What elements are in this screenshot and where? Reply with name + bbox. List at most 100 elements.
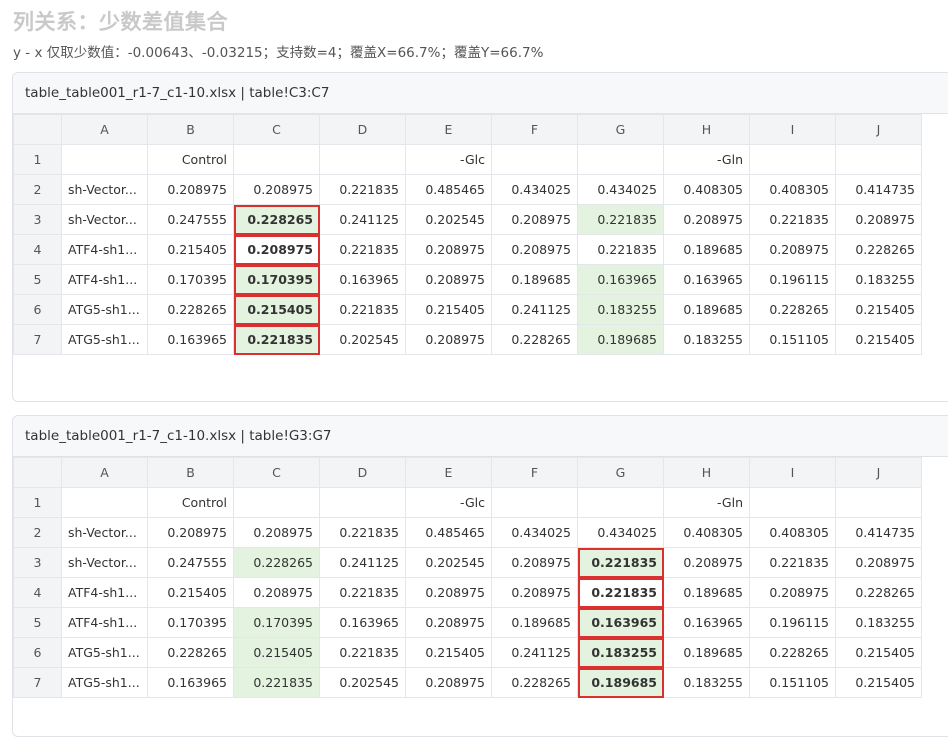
cell-d6[interactable]: 0.221835 — [319, 637, 406, 668]
cell-b6[interactable]: 0.228265 — [147, 294, 234, 325]
cell-a7[interactable]: ATG5-sh1... — [61, 324, 148, 355]
cell-f7[interactable]: 0.228265 — [491, 667, 578, 698]
cell-j6[interactable]: 0.215405 — [835, 294, 922, 325]
cell-a1[interactable] — [61, 487, 148, 518]
cell-g1[interactable] — [577, 487, 664, 518]
cell-g7[interactable]: 0.189685 — [577, 324, 664, 355]
cell-j3[interactable]: 0.208975 — [835, 547, 922, 578]
cell-f6[interactable]: 0.241125 — [491, 294, 578, 325]
cell-j3[interactable]: 0.208975 — [835, 204, 922, 235]
cell-j6[interactable]: 0.215405 — [835, 637, 922, 668]
cell-i4[interactable]: 0.208975 — [749, 577, 836, 608]
cell-f1[interactable] — [491, 144, 578, 175]
cell-h2[interactable]: 0.408305 — [663, 174, 750, 205]
cell-g6[interactable]: 0.183255 — [577, 637, 664, 668]
cell-h7[interactable]: 0.183255 — [663, 667, 750, 698]
column-header-e[interactable]: E — [405, 114, 492, 145]
cell-j7[interactable]: 0.215405 — [835, 324, 922, 355]
cell-i6[interactable]: 0.228265 — [749, 637, 836, 668]
cell-c5[interactable]: 0.170395 — [233, 264, 320, 295]
row-header[interactable]: 5 — [13, 264, 62, 295]
cell-c5[interactable]: 0.170395 — [233, 607, 320, 638]
cell-c2[interactable]: 0.208975 — [233, 174, 320, 205]
cell-d1[interactable] — [319, 144, 406, 175]
cell-b3[interactable]: 0.247555 — [147, 547, 234, 578]
cell-e3[interactable]: 0.202545 — [405, 547, 492, 578]
cell-b7[interactable]: 0.163965 — [147, 667, 234, 698]
row-header[interactable]: 6 — [13, 637, 62, 668]
column-header-a[interactable]: A — [61, 457, 148, 488]
cell-g2[interactable]: 0.434025 — [577, 174, 664, 205]
corner-header[interactable] — [13, 114, 62, 145]
cell-a5[interactable]: ATF4-sh1... — [61, 607, 148, 638]
cell-g5[interactable]: 0.163965 — [577, 264, 664, 295]
cell-f3[interactable]: 0.208975 — [491, 204, 578, 235]
cell-e6[interactable]: 0.215405 — [405, 294, 492, 325]
cell-a4[interactable]: ATF4-sh1... — [61, 234, 148, 265]
cell-e6[interactable]: 0.215405 — [405, 637, 492, 668]
cell-a3[interactable]: sh-Vector... — [61, 547, 148, 578]
cell-f1[interactable] — [491, 487, 578, 518]
cell-b2[interactable]: 0.208975 — [147, 174, 234, 205]
cell-i3[interactable]: 0.221835 — [749, 204, 836, 235]
cell-d2[interactable]: 0.221835 — [319, 517, 406, 548]
cell-i2[interactable]: 0.408305 — [749, 517, 836, 548]
column-header-i[interactable]: I — [749, 114, 836, 145]
row-header[interactable]: 2 — [13, 174, 62, 205]
cell-b4[interactable]: 0.215405 — [147, 577, 234, 608]
cell-i1[interactable] — [749, 144, 836, 175]
cell-h1[interactable]: -Gln — [663, 487, 750, 518]
cell-a3[interactable]: sh-Vector... — [61, 204, 148, 235]
row-header[interactable]: 3 — [13, 547, 62, 578]
cell-h7[interactable]: 0.183255 — [663, 324, 750, 355]
cell-f2[interactable]: 0.434025 — [491, 174, 578, 205]
cell-c7[interactable]: 0.221835 — [233, 324, 320, 355]
row-header[interactable]: 1 — [13, 487, 62, 518]
row-header[interactable]: 7 — [13, 324, 62, 355]
cell-j2[interactable]: 0.414735 — [835, 517, 922, 548]
cell-c1[interactable] — [233, 487, 320, 518]
cell-d6[interactable]: 0.221835 — [319, 294, 406, 325]
cell-b4[interactable]: 0.215405 — [147, 234, 234, 265]
cell-c1[interactable] — [233, 144, 320, 175]
cell-i4[interactable]: 0.208975 — [749, 234, 836, 265]
cell-j4[interactable]: 0.228265 — [835, 234, 922, 265]
cell-c6[interactable]: 0.215405 — [233, 637, 320, 668]
cell-j4[interactable]: 0.228265 — [835, 577, 922, 608]
row-header[interactable]: 7 — [13, 667, 62, 698]
column-header-h[interactable]: H — [663, 457, 750, 488]
cell-g2[interactable]: 0.434025 — [577, 517, 664, 548]
row-header[interactable]: 5 — [13, 607, 62, 638]
cell-e4[interactable]: 0.208975 — [405, 234, 492, 265]
cell-i7[interactable]: 0.151105 — [749, 324, 836, 355]
cell-d7[interactable]: 0.202545 — [319, 667, 406, 698]
cell-b6[interactable]: 0.228265 — [147, 637, 234, 668]
cell-b5[interactable]: 0.170395 — [147, 264, 234, 295]
cell-a2[interactable]: sh-Vector... — [61, 517, 148, 548]
column-header-d[interactable]: D — [319, 457, 406, 488]
cell-d3[interactable]: 0.241125 — [319, 204, 406, 235]
cell-h6[interactable]: 0.189685 — [663, 637, 750, 668]
cell-i6[interactable]: 0.228265 — [749, 294, 836, 325]
cell-e2[interactable]: 0.485465 — [405, 517, 492, 548]
cell-c3[interactable]: 0.228265 — [233, 204, 320, 235]
cell-h4[interactable]: 0.189685 — [663, 234, 750, 265]
cell-i2[interactable]: 0.408305 — [749, 174, 836, 205]
cell-h2[interactable]: 0.408305 — [663, 517, 750, 548]
column-header-c[interactable]: C — [233, 114, 320, 145]
column-header-j[interactable]: J — [835, 457, 922, 488]
cell-j2[interactable]: 0.414735 — [835, 174, 922, 205]
cell-a6[interactable]: ATG5-sh1... — [61, 294, 148, 325]
cell-h3[interactable]: 0.208975 — [663, 547, 750, 578]
cell-f2[interactable]: 0.434025 — [491, 517, 578, 548]
cell-d4[interactable]: 0.221835 — [319, 577, 406, 608]
cell-j5[interactable]: 0.183255 — [835, 607, 922, 638]
cell-a6[interactable]: ATG5-sh1... — [61, 637, 148, 668]
cell-b5[interactable]: 0.170395 — [147, 607, 234, 638]
row-header[interactable]: 4 — [13, 234, 62, 265]
column-header-g[interactable]: G — [577, 114, 664, 145]
cell-a5[interactable]: ATF4-sh1... — [61, 264, 148, 295]
cell-b7[interactable]: 0.163965 — [147, 324, 234, 355]
column-header-b[interactable]: B — [147, 114, 234, 145]
row-header[interactable]: 6 — [13, 294, 62, 325]
